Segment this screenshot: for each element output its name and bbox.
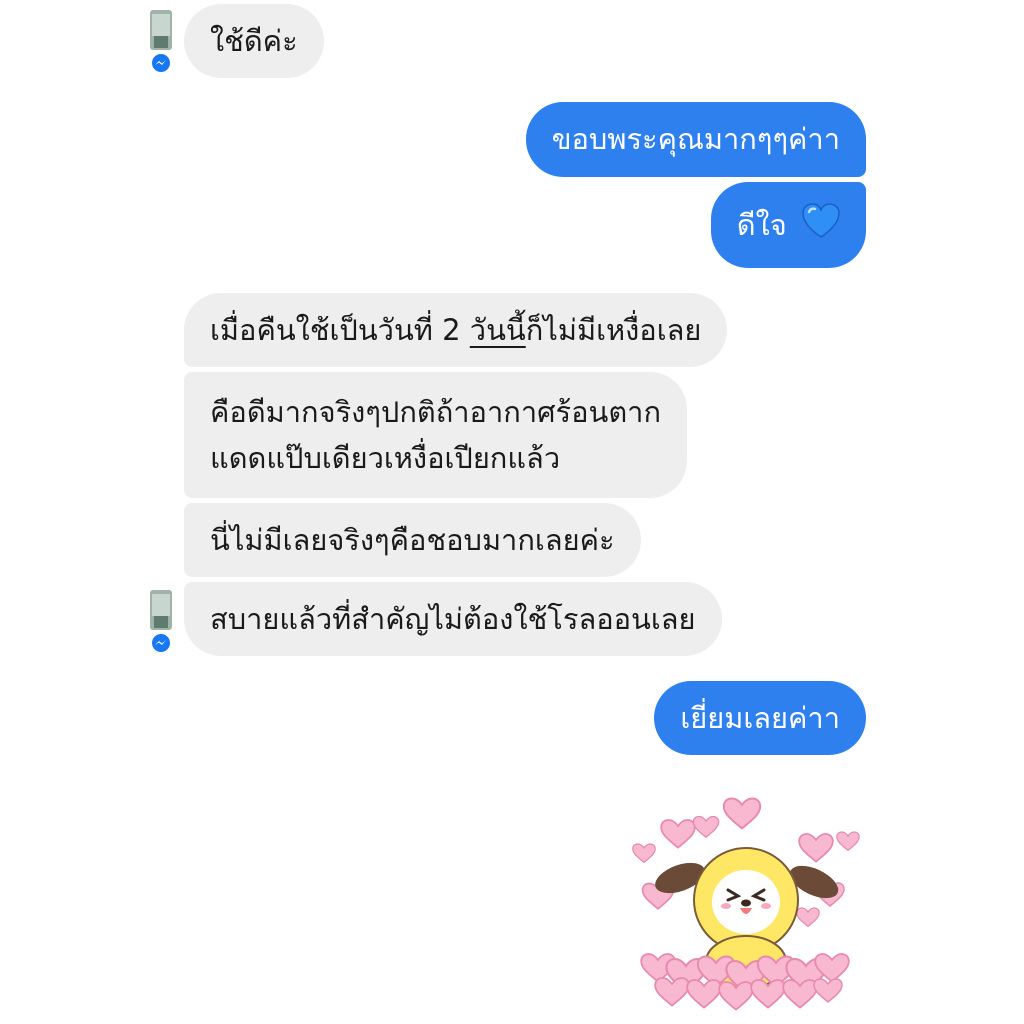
outgoing-message[interactable]: ดีใจ: [710, 182, 866, 268]
contact-avatar[interactable]: [146, 8, 176, 74]
message-text: ใช้ดีค่ะ: [210, 24, 298, 58]
message-text: ขอบพระคุณมากๆๆค่าา: [551, 122, 840, 156]
incoming-message[interactable]: ใช้ดีค่ะ: [184, 4, 324, 78]
incoming-message[interactable]: เมื่อคืนใช้เป็นวันที่ 2 วันนี้ก็ไม่มีเหง…: [184, 293, 728, 367]
underlined-text: วันนี้: [469, 313, 526, 347]
heart-puppy-sticker[interactable]: [618, 790, 868, 1015]
messenger-badge-icon: [150, 632, 172, 658]
blue-heart-icon: [802, 202, 840, 252]
message-text: ก็ไม่มีเหงื่อเลย: [525, 313, 702, 347]
incoming-message[interactable]: คือดีมากจริงๆปกติถ้าอากาศร้อนตาก แดดแป๊บ…: [184, 372, 688, 498]
message-text-line: แดดแป๊บเดียวเหงื่อเปียกแล้ว: [210, 441, 561, 475]
messenger-badge-icon: [150, 52, 172, 78]
incoming-message[interactable]: สบายแล้วที่สำคัญไม่ต้องใช้โรลออนเลย: [184, 582, 722, 656]
outgoing-message[interactable]: เยี่ยมเลยค่าา: [654, 681, 866, 755]
message-text-line: คือดีมากจริงๆปกติถ้าอากาศร้อนตาก: [210, 395, 662, 429]
message-text: สบายแล้วที่สำคัญไม่ต้องใช้โรลออนเลย: [210, 602, 696, 636]
incoming-message[interactable]: นี่ไม่มีเลยจริงๆคือชอบมากเลยค่ะ: [184, 503, 641, 577]
message-text: นี่ไม่มีเลยจริงๆคือชอบมากเลยค่ะ: [210, 523, 615, 557]
message-text: เมื่อคืนใช้เป็นวันที่ 2: [210, 313, 470, 347]
message-text: เยี่ยมเลยค่าา: [680, 701, 840, 735]
message-text: ดีใจ: [736, 208, 787, 242]
outgoing-message[interactable]: ขอบพระคุณมากๆๆค่าา: [525, 102, 866, 177]
contact-avatar[interactable]: [146, 588, 176, 654]
